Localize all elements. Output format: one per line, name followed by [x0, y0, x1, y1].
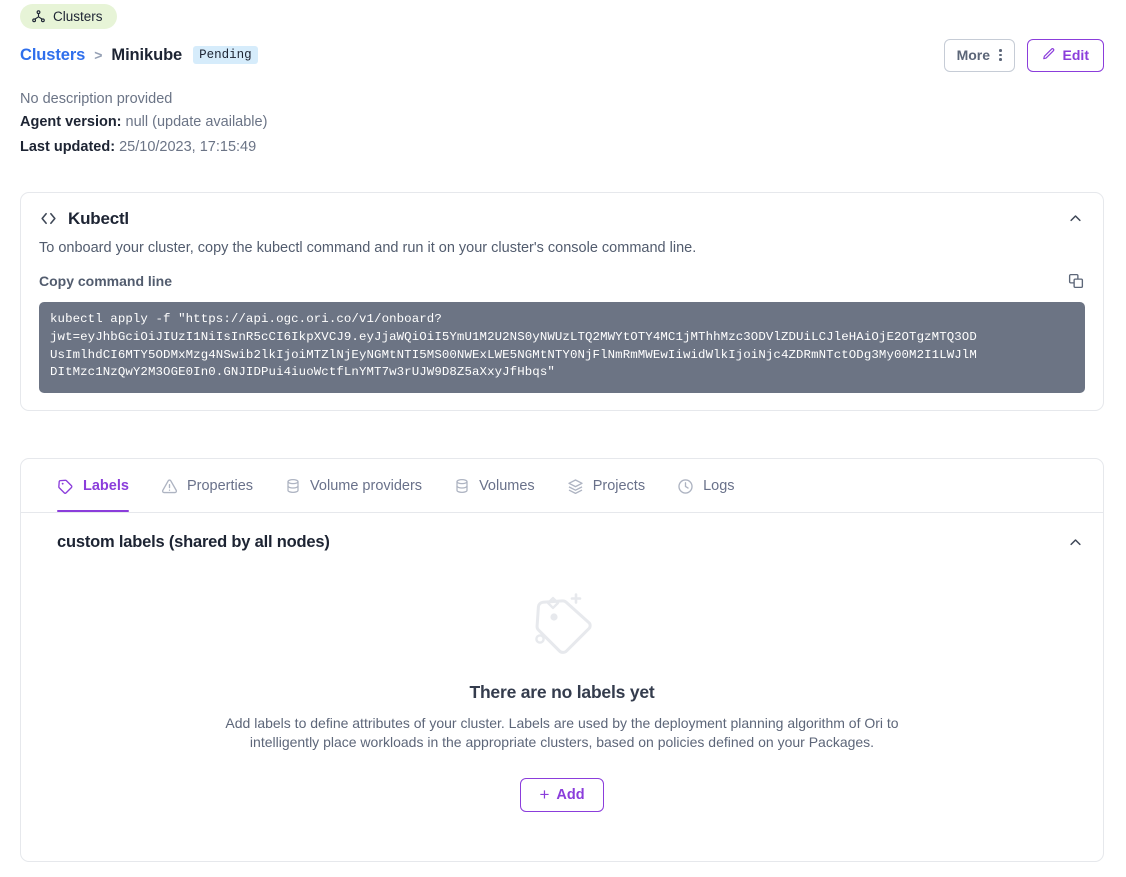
last-updated-row: Last updated: 25/10/2023, 17:15:49: [20, 135, 267, 160]
cluster-details-card: Labels Properties Volume providers Volum…: [20, 458, 1104, 862]
empty-state-description: Add labels to define attributes of your …: [225, 715, 899, 750]
add-label-button[interactable]: + Add: [520, 778, 604, 812]
breadcrumb-link-clusters[interactable]: Clusters: [20, 46, 85, 65]
copy-command-label: Copy command line: [39, 273, 173, 289]
vertical-dots-icon: [999, 49, 1002, 61]
breadcrumb: Clusters > Minikube Pending More Edit: [20, 38, 1104, 72]
kubectl-collapse-toggle[interactable]: [1064, 207, 1087, 230]
tab-logs-label: Logs: [703, 478, 735, 494]
tab-properties-label: Properties: [186, 478, 254, 494]
tag-icon: [57, 478, 74, 495]
empty-tag-illustration-icon: [516, 580, 608, 672]
cluster-description: No description provided: [20, 91, 173, 107]
page-title: Minikube: [111, 45, 183, 64]
custom-labels-title: custom labels (shared by all nodes): [57, 533, 330, 551]
labels-empty-state: There are no labels yet Add labels to de…: [21, 580, 1103, 812]
pencil-icon: [1042, 47, 1056, 64]
tab-logs[interactable]: Logs: [677, 460, 735, 512]
add-label-button-label: Add: [556, 787, 585, 803]
tab-volumes-label: Volumes: [479, 478, 535, 494]
cluster-detail-page: Clusters Clusters > Minikube Pending Mor…: [0, 0, 1126, 877]
kubectl-command-block[interactable]: kubectl apply -f "https://api.ogc.ori.co…: [39, 302, 1085, 394]
warning-triangle-icon: [161, 478, 178, 495]
tab-volume-providers[interactable]: Volume providers: [285, 460, 422, 512]
clock-icon: [677, 478, 694, 495]
tab-projects-label: Projects: [592, 478, 646, 494]
cluster-meta: No description provided Agent version: n…: [20, 88, 267, 160]
database-icon: [285, 478, 301, 494]
tab-labels-label: Labels: [83, 478, 129, 494]
status-badge: Pending: [193, 46, 258, 64]
kubectl-card-header: Kubectl: [21, 193, 1103, 230]
tab-volumes[interactable]: Volumes: [454, 460, 535, 512]
kubectl-title: Kubectl: [68, 208, 129, 228]
cluster-nodes-icon: [31, 9, 46, 24]
empty-state-title: There are no labels yet: [469, 682, 655, 702]
clusters-pill-label: Clusters: [53, 9, 103, 24]
layers-icon: [567, 478, 584, 495]
more-button-label: More: [956, 47, 991, 63]
code-brackets-icon: [39, 209, 58, 228]
copy-icon[interactable]: [1065, 270, 1087, 292]
last-updated-key: Last updated:: [20, 139, 116, 155]
breadcrumb-separator-icon: >: [94, 47, 103, 63]
agent-version-row: Agent version: null (update available): [20, 110, 267, 135]
kubectl-card: Kubectl To onboard your cluster, copy th…: [20, 192, 1104, 411]
agent-version-key: Agent version:: [20, 114, 122, 130]
last-updated-value: 25/10/2023, 17:15:49: [119, 139, 257, 155]
copy-command-row: Copy command line: [21, 256, 1103, 292]
kubectl-subtitle: To onboard your cluster, copy the kubect…: [39, 240, 697, 256]
more-button[interactable]: More: [943, 38, 1015, 72]
custom-labels-header: custom labels (shared by all nodes): [21, 513, 1103, 554]
database-icon: [454, 478, 470, 494]
tab-labels[interactable]: Labels: [57, 460, 129, 512]
detail-tabs: Labels Properties Volume providers Volum…: [21, 459, 1103, 513]
custom-labels-collapse-toggle[interactable]: [1064, 531, 1087, 554]
header-actions: More Edit: [943, 38, 1104, 72]
tab-volume-providers-label: Volume providers: [310, 478, 423, 494]
clusters-context-pill[interactable]: Clusters: [20, 4, 117, 29]
tab-properties[interactable]: Properties: [161, 460, 253, 512]
agent-version-value: null (update available): [125, 114, 268, 130]
edit-button-label: Edit: [1062, 47, 1089, 63]
tab-projects[interactable]: Projects: [567, 460, 645, 512]
edit-button[interactable]: Edit: [1026, 38, 1104, 72]
